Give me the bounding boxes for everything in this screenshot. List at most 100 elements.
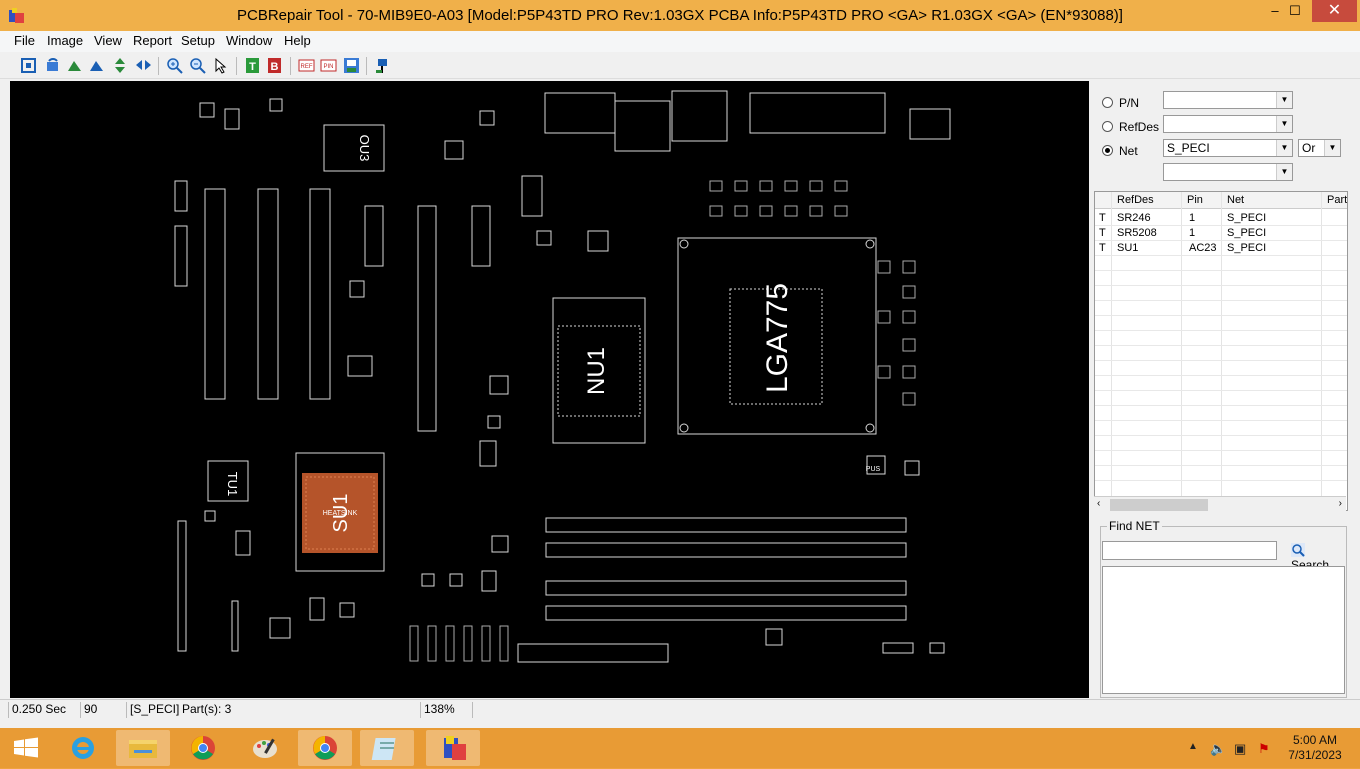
pcie-slot xyxy=(204,188,226,400)
status-time: 0.250 Sec xyxy=(8,702,80,718)
find-net-label: Find NET xyxy=(1107,519,1162,533)
start-button[interactable] xyxy=(0,730,54,766)
taskbar-paint[interactable] xyxy=(238,730,292,766)
rear-io xyxy=(749,92,886,134)
net-value: S_PECI xyxy=(1167,141,1210,155)
action-center-icon[interactable]: ⚑ xyxy=(1258,741,1270,757)
chip-ou3 xyxy=(323,124,385,172)
status-parts: Part(s): 3 xyxy=(182,702,232,716)
ref-icon[interactable]: REF xyxy=(298,57,315,74)
rear-io xyxy=(544,92,616,134)
pn-combo[interactable]: ▼ xyxy=(1163,91,1293,109)
refdes-radio[interactable] xyxy=(1102,121,1113,132)
refdes-label: RefDes xyxy=(1119,120,1160,134)
tray-chevron-icon[interactable]: ▲ xyxy=(1188,741,1198,752)
top-side-icon[interactable]: T xyxy=(244,57,261,74)
status-bar: 0.250 Sec 90 [S_PECI] Part(s): 3 138% xyxy=(0,699,1360,719)
pn-label: P/N xyxy=(1119,96,1140,110)
scroll-thumb[interactable] xyxy=(1110,499,1208,511)
flip-vertical-icon[interactable] xyxy=(112,57,129,74)
col-net[interactable]: Net xyxy=(1227,194,1244,206)
side-panel: P/N ▼ RefDes ▼ Net S_PECI ▼ Or ▼ ▼ RefDes … xyxy=(1092,81,1350,698)
menu-file[interactable]: File xyxy=(14,33,35,48)
flip-horizontal-icon[interactable] xyxy=(135,57,152,74)
taskbar-chrome[interactable] xyxy=(176,730,230,766)
table-row[interactable]: T SR246 1 S_PECI xyxy=(1095,211,1347,226)
connector xyxy=(174,180,188,212)
chevron-down-icon[interactable]: ▼ xyxy=(1276,116,1292,132)
rotate-icon[interactable] xyxy=(44,57,61,74)
pcbrepair-icon xyxy=(444,736,466,760)
pcie-slot xyxy=(309,188,331,400)
bottom-side-icon[interactable]: B xyxy=(266,57,283,74)
save-image-icon[interactable] xyxy=(343,57,360,74)
zoom-out-icon[interactable] xyxy=(189,57,206,74)
pointer-icon[interactable] xyxy=(212,57,229,74)
pcb-canvas[interactable]: OU3 TU1 NU1 LGA775 SU1 HEATSINK PUS xyxy=(10,81,1089,698)
menu-image[interactable]: Image xyxy=(47,33,83,48)
chevron-down-icon[interactable]: ▼ xyxy=(1276,140,1292,156)
menu-help[interactable]: Help xyxy=(284,33,311,48)
maximize-button[interactable]: ☐ xyxy=(1278,0,1312,22)
chevron-down-icon[interactable]: ▼ xyxy=(1276,92,1292,108)
menu-bar: File Image View Report Setup Window Help xyxy=(0,31,1360,52)
close-button[interactable]: ✕ xyxy=(1312,0,1357,22)
logic-combo[interactable]: Or ▼ xyxy=(1298,139,1341,157)
find-net-input[interactable] xyxy=(1102,541,1277,560)
status-zoom: 138% xyxy=(420,702,472,718)
table-row[interactable]: T SU1 AC23 S_PECI xyxy=(1095,241,1347,256)
zoom-in-icon[interactable] xyxy=(166,57,183,74)
windows-icon xyxy=(14,737,38,758)
pin-icon[interactable]: PIN xyxy=(320,57,337,74)
refdes-combo[interactable]: ▼ xyxy=(1163,115,1293,133)
pn-radio[interactable] xyxy=(1102,97,1113,108)
extra-combo[interactable]: ▼ xyxy=(1163,163,1293,181)
find-net-results[interactable] xyxy=(1102,566,1345,694)
taskbar-ie[interactable] xyxy=(56,730,110,766)
toolbar-separator xyxy=(158,57,159,75)
table-row[interactable]: T SR5208 1 S_PECI xyxy=(1095,226,1347,241)
col-part[interactable]: Part xyxy=(1327,194,1347,206)
row-refdes: SU1 xyxy=(1117,242,1139,254)
net-radio[interactable] xyxy=(1102,145,1113,156)
fit-view-icon[interactable] xyxy=(20,57,37,74)
rear-io xyxy=(909,108,951,140)
row-refdes: SR246 xyxy=(1117,212,1151,224)
row-refdes: SR5208 xyxy=(1117,227,1157,239)
network-icon[interactable]: ▣ xyxy=(1234,741,1246,757)
chevron-down-icon[interactable]: ▼ xyxy=(1324,140,1340,156)
ide-connector xyxy=(417,205,437,432)
pin-tool-icon[interactable] xyxy=(374,57,391,74)
volume-icon[interactable]: 🔈 xyxy=(1210,741,1226,757)
menu-report[interactable]: Report xyxy=(133,33,172,48)
taskbar-explorer[interactable] xyxy=(116,730,170,766)
scroll-left-icon[interactable]: ‹ xyxy=(1097,498,1100,509)
results-table[interactable]: RefDes Pin Net Part T SR246 1 S_PECI T S… xyxy=(1094,191,1348,511)
clock[interactable]: 5:00 AM 7/31/2023 xyxy=(1280,733,1350,763)
net-combo[interactable]: S_PECI ▼ xyxy=(1163,139,1293,157)
pcb-layout: OU3 TU1 NU1 LGA775 SU1 HEATSINK PUS xyxy=(174,90,951,663)
col-pin[interactable]: Pin xyxy=(1187,194,1203,206)
mirror-bottom-icon[interactable] xyxy=(88,57,105,74)
horizontal-scrollbar[interactable]: ‹ › xyxy=(1094,496,1346,512)
taskbar-notepad[interactable] xyxy=(360,730,414,766)
paint-icon xyxy=(253,738,277,758)
taskbar-chrome-2[interactable] xyxy=(298,730,352,766)
menu-window[interactable]: Window xyxy=(226,33,272,48)
clock-date: 7/31/2023 xyxy=(1288,748,1342,762)
scroll-right-icon[interactable]: › xyxy=(1339,498,1342,509)
mirror-top-icon[interactable] xyxy=(66,57,83,74)
bottom-header xyxy=(517,643,669,663)
chevron-down-icon[interactable]: ▼ xyxy=(1276,164,1292,180)
taskbar-pcbrepair[interactable] xyxy=(426,730,480,766)
header xyxy=(364,205,384,267)
menu-setup[interactable]: Setup xyxy=(181,33,215,48)
pus-label: PUS xyxy=(866,466,881,473)
menu-view[interactable]: View xyxy=(94,33,122,48)
chrome-icon xyxy=(313,736,337,760)
col-refdes[interactable]: RefDes xyxy=(1117,194,1154,206)
tu1-label: TU1 xyxy=(225,472,240,497)
rear-io xyxy=(671,90,728,142)
svg-text:PIN: PIN xyxy=(323,64,333,70)
title-bar[interactable]: PCBRepair Tool - 70-MIB9E0-A03 [Model:P5… xyxy=(0,0,1360,31)
